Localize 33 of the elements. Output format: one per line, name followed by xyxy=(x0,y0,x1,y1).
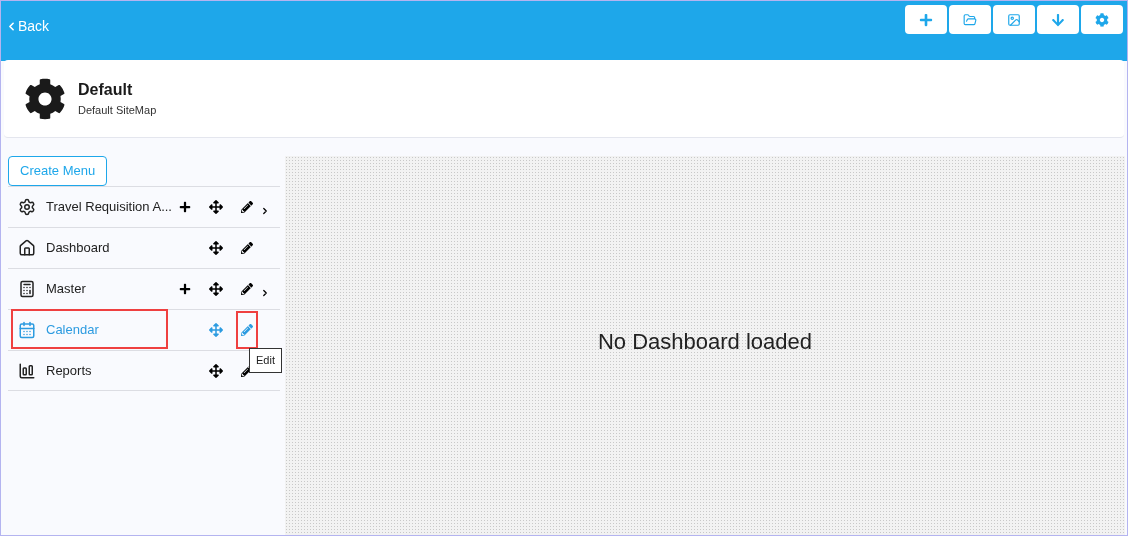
toolbar-button[interactable] xyxy=(1081,5,1123,34)
folder-icon xyxy=(963,12,977,27)
page-subtitle: Default SiteMap xyxy=(78,103,157,119)
menu-item-label[interactable]: Master xyxy=(46,279,174,299)
image-icon xyxy=(1007,12,1021,27)
home-icon xyxy=(18,239,36,257)
move-icon[interactable] xyxy=(209,363,223,378)
page-title: Default xyxy=(78,80,134,101)
chevron-right-icon[interactable] xyxy=(260,288,270,298)
edit-icon[interactable] xyxy=(241,201,253,213)
plus-icon[interactable] xyxy=(179,201,191,213)
move-icon[interactable] xyxy=(209,282,223,296)
empty-message: No Dashboard loaded xyxy=(597,328,812,356)
bar-chart-icon xyxy=(18,361,36,380)
edit-icon[interactable] xyxy=(241,242,253,254)
plus-icon[interactable] xyxy=(179,283,191,295)
gear-icon xyxy=(24,77,66,120)
plus-icon xyxy=(919,12,933,27)
calculator-icon xyxy=(18,280,36,298)
edit-icon[interactable] xyxy=(241,283,253,295)
down-arrow-icon xyxy=(1051,12,1065,27)
menu-item-label[interactable]: Reports xyxy=(46,360,174,381)
settings-icon xyxy=(1095,12,1109,27)
chevron-right-icon[interactable] xyxy=(260,206,270,216)
gear-icon xyxy=(18,198,36,216)
calendar-icon xyxy=(18,321,36,339)
tooltip: Edit xyxy=(249,348,282,373)
toolbar-button[interactable] xyxy=(1037,5,1079,34)
move-icon[interactable] xyxy=(209,241,223,255)
menu-item-label[interactable]: Travel Requisition A... xyxy=(46,197,174,217)
move-icon[interactable] xyxy=(209,200,223,214)
menu-item-label[interactable]: Dashboard xyxy=(46,238,174,258)
toolbar-button[interactable] xyxy=(905,5,947,34)
